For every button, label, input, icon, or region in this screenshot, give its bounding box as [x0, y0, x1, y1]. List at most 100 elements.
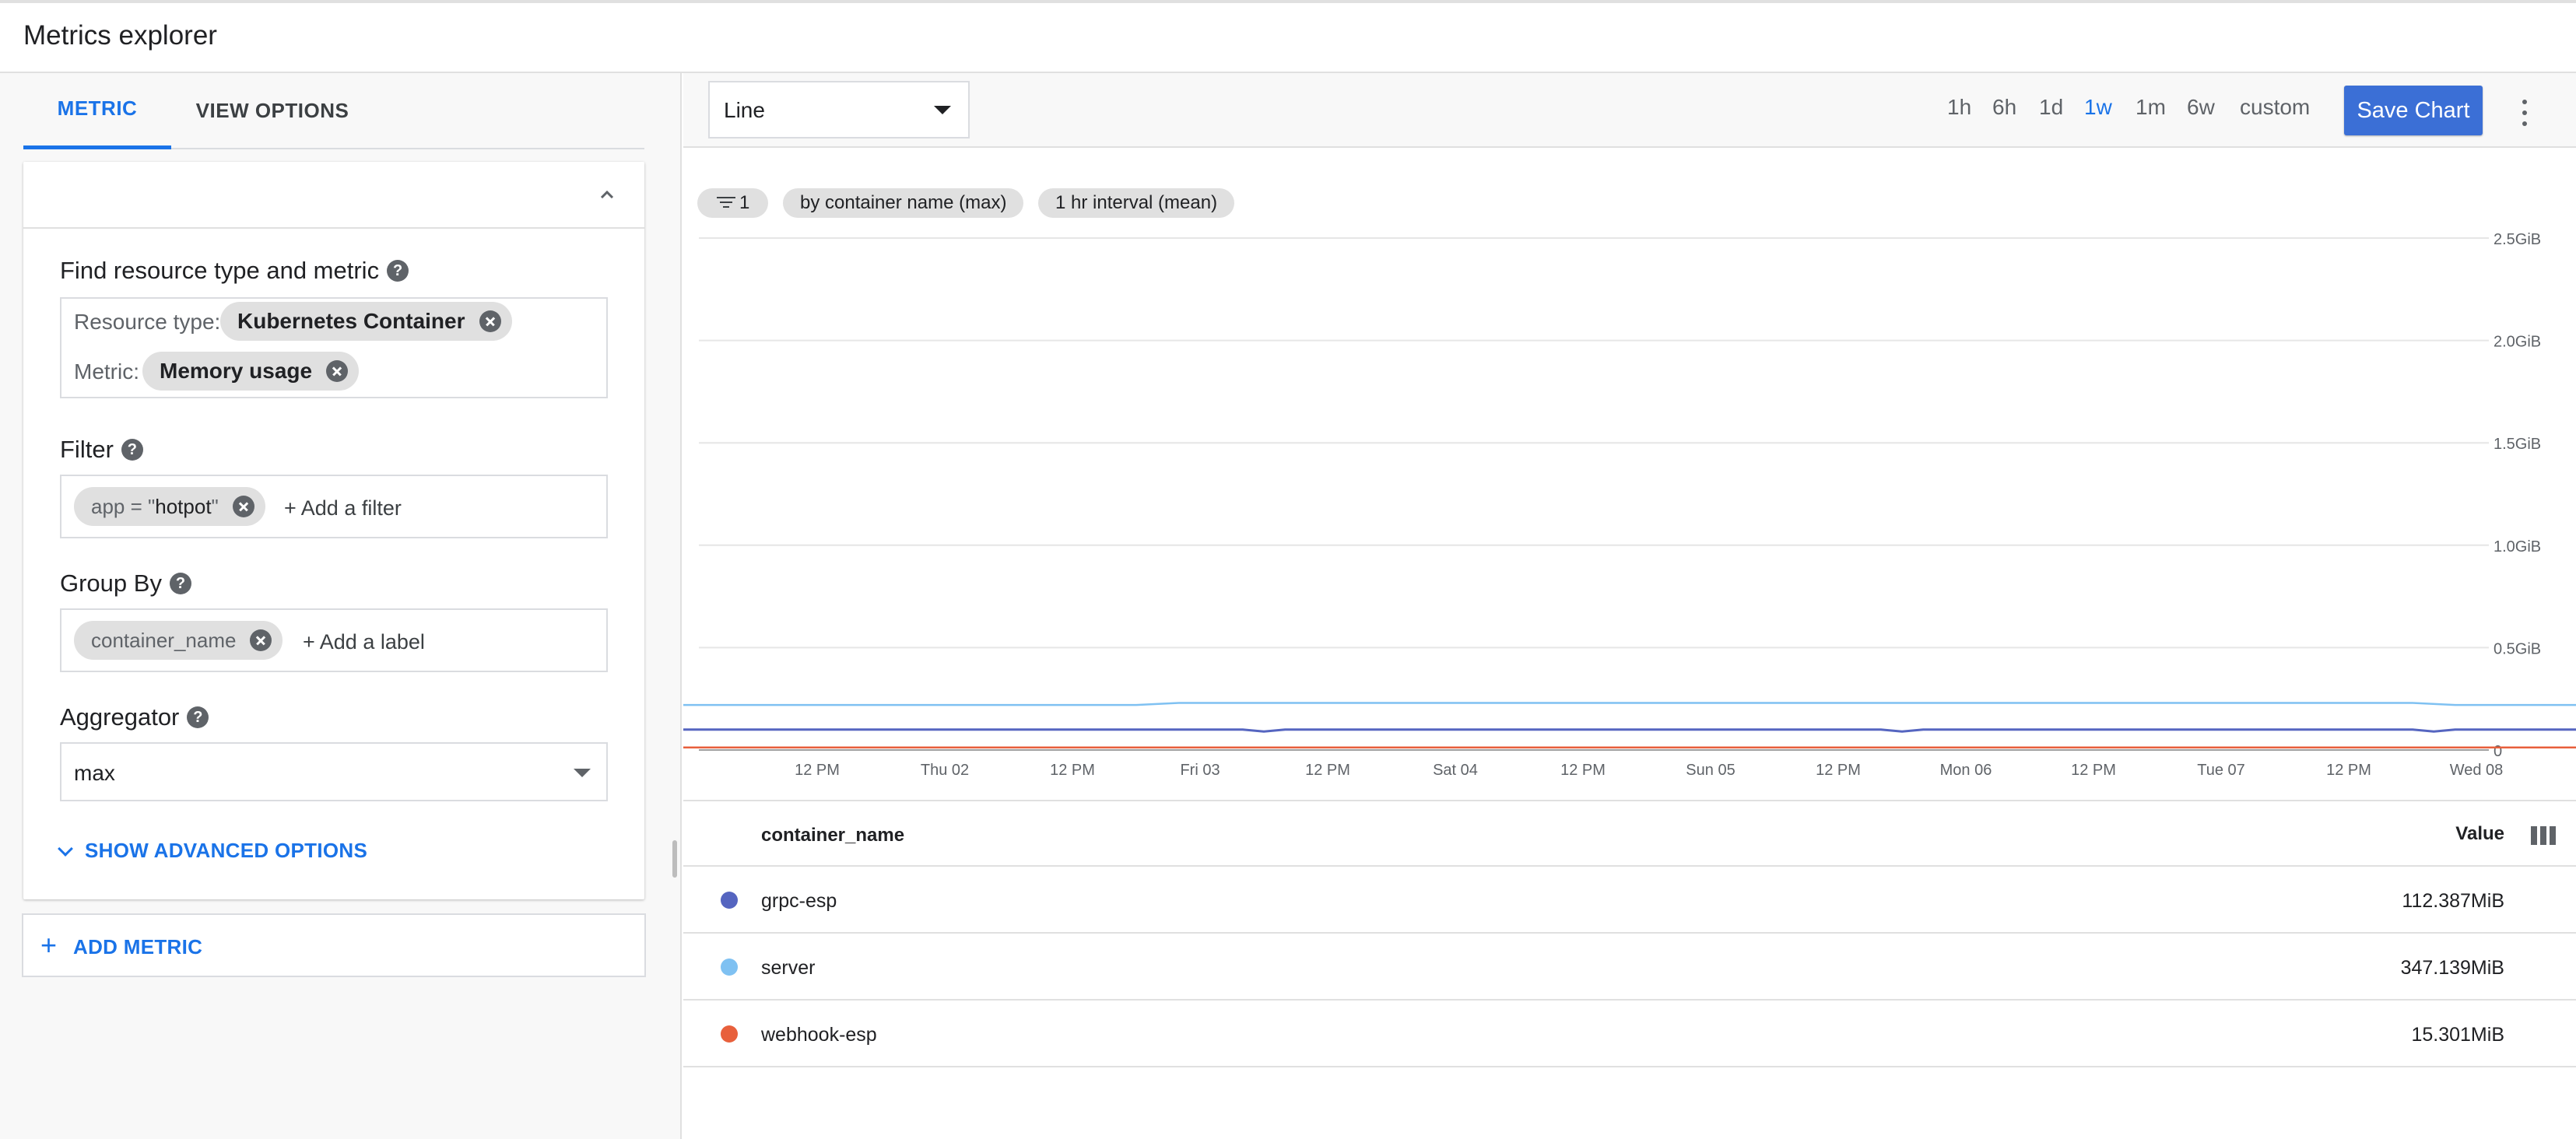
x-tick-label: 12 PM — [1305, 762, 1350, 779]
y-tick-label: 0.5GiB — [2494, 640, 2541, 657]
x-tick-label: 12 PM — [2071, 762, 2116, 779]
find-resource-label: Find resource type and metric? — [60, 257, 409, 285]
group-by-chip-value: container_name — [91, 629, 237, 652]
aggregator-value: max — [74, 761, 115, 785]
remove-resource-icon[interactable] — [479, 310, 501, 332]
help-icon[interactable]: ? — [121, 438, 143, 461]
filter-chip-value: hotpot — [155, 495, 212, 518]
series-color-dot — [721, 892, 738, 909]
group-by-box[interactable]: container_name + Add a label — [60, 608, 608, 672]
time-range-1w[interactable]: 1w — [2084, 95, 2112, 120]
add-metric-button[interactable]: + ADD METRIC — [22, 913, 646, 977]
series-name: server — [761, 957, 816, 979]
chevron-up-icon[interactable] — [591, 179, 623, 210]
y-tick-label: 1.5GiB — [2494, 436, 2541, 453]
column-header-value[interactable]: Value — [2455, 823, 2504, 845]
help-icon[interactable]: ? — [387, 259, 409, 282]
remove-group-icon[interactable] — [250, 629, 272, 651]
help-icon[interactable]: ? — [169, 572, 191, 594]
table-row[interactable]: webhook-esp 15.301MiB — [683, 1001, 2576, 1067]
series-color-dot — [721, 1025, 738, 1043]
time-range-6w[interactable]: 6w — [2187, 95, 2215, 120]
group-by-chip[interactable]: container_name — [74, 621, 283, 660]
time-range-custom[interactable]: custom — [2240, 95, 2310, 120]
table-row[interactable]: server 347.139MiB — [683, 934, 2576, 1001]
y-tick-label: 1.0GiB — [2494, 538, 2541, 555]
x-tick-label: 12 PM — [2326, 762, 2371, 779]
time-range-1h[interactable]: 1h — [1947, 95, 1971, 120]
resource-type-value: Kubernetes Container — [237, 309, 465, 333]
x-tick-label: Mon 06 — [1940, 762, 1992, 779]
app-header: Metrics explorer — [0, 0, 2576, 73]
y-tick-label: 0 — [2494, 743, 2502, 760]
time-range-6h[interactable]: 6h — [1992, 95, 2016, 120]
chart-type-select[interactable]: Line — [708, 81, 970, 138]
aggregator-text: Aggregator — [60, 703, 180, 731]
remove-metric-icon[interactable] — [326, 360, 349, 382]
help-icon[interactable]: ? — [187, 706, 209, 728]
chevron-down-icon — [58, 841, 73, 857]
add-metric-label: ADD METRIC — [73, 935, 203, 959]
series-line-grpc-esp — [683, 728, 2576, 733]
add-filter-link[interactable]: + Add a filter — [284, 496, 402, 520]
aggregator-label: Aggregator? — [60, 703, 209, 731]
chart-area: 0 0.5GiB 1.0GiB 1.5GiB 2.0GiB 2.5GiB 12 PM Thu … — [683, 148, 2576, 800]
tab-view-options[interactable]: VIEW OPTIONS — [195, 73, 350, 149]
y-tick-label: 2.0GiB — [2494, 334, 2541, 351]
metric-label: Metric: — [74, 359, 139, 384]
chart-toolbar: Line 1h 6h 1d 1w 1m 6w custom Save Chart — [683, 73, 2576, 148]
advanced-options-label: SHOW ADVANCED OPTIONS — [85, 839, 368, 862]
tab-metric[interactable]: METRIC — [23, 73, 171, 149]
filter-label: Filter? — [60, 436, 143, 464]
dropdown-caret-icon — [934, 106, 951, 114]
metric-value: Memory usage — [160, 359, 313, 383]
y-tick-label: 2.5GiB — [2494, 231, 2541, 248]
x-tick-label: Sat 04 — [1433, 762, 1478, 779]
x-tick-label: Thu 02 — [921, 762, 969, 779]
series-value: 15.301MiB — [2411, 1024, 2504, 1046]
more-vert-icon[interactable] — [2520, 100, 2529, 131]
columns-icon[interactable] — [2531, 826, 2556, 845]
filter-box[interactable]: app = "hotpot" + Add a filter — [60, 475, 608, 538]
resource-type-label: Resource type: — [74, 310, 221, 334]
time-range-1m[interactable]: 1m — [2136, 95, 2166, 120]
column-header-name[interactable]: container_name — [761, 825, 904, 846]
show-advanced-options[interactable]: SHOW ADVANCED OPTIONS — [58, 839, 368, 863]
x-tick-label: 12 PM — [795, 762, 840, 779]
resource-metric-box[interactable]: Resource type: Kubernetes Container Metr… — [60, 297, 608, 398]
series-value: 347.139MiB — [2400, 957, 2504, 979]
metric-card: Find resource type and metric? Resource … — [23, 162, 644, 899]
chart-type-value: Line — [724, 98, 765, 122]
series-line-server — [683, 702, 2576, 706]
line-chart: 0 0.5GiB 1.0GiB 1.5GiB 2.0GiB 2.5GiB 12 PM Thu … — [683, 231, 2576, 779]
x-tick-label: Sun 05 — [1686, 762, 1735, 779]
filter-chip-key: app = " — [91, 495, 156, 518]
table-row[interactable]: grpc-esp 112.387MiB — [683, 867, 2576, 934]
filter-chip[interactable]: app = "hotpot" — [74, 487, 265, 526]
page-title: Metrics explorer — [23, 20, 217, 51]
card-header — [23, 162, 644, 229]
metric-chip[interactable]: Memory usage — [142, 352, 360, 391]
aggregator-select[interactable]: max — [60, 742, 608, 801]
series-value: 112.387MiB — [2402, 890, 2504, 912]
panel-resize-handle[interactable] — [672, 840, 677, 878]
group-by-text: Group By — [60, 570, 162, 597]
x-tick-label: 12 PM — [1816, 762, 1861, 779]
left-panel: METRIC VIEW OPTIONS Find resource type a… — [0, 73, 682, 1139]
time-range-1d[interactable]: 1d — [2039, 95, 2063, 120]
filter-chip-end: " — [211, 495, 219, 518]
x-tick-label: 12 PM — [1050, 762, 1095, 779]
x-tick-label: Wed 08 — [2450, 762, 2504, 779]
tab-bar: METRIC VIEW OPTIONS — [23, 73, 644, 149]
x-tick-label: Tue 07 — [2197, 762, 2245, 779]
add-label-link[interactable]: + Add a label — [303, 630, 425, 654]
series-line-webhook-esp — [683, 746, 2576, 749]
find-resource-text: Find resource type and metric — [60, 257, 380, 284]
dropdown-caret-icon — [574, 769, 591, 777]
remove-filter-icon[interactable] — [232, 496, 254, 517]
save-chart-button[interactable]: Save Chart — [2344, 86, 2483, 135]
series-color-dot — [721, 959, 738, 976]
resource-type-chip[interactable]: Kubernetes Container — [220, 302, 512, 341]
legend-table: container_name Value grpc-esp 112.387MiB… — [683, 800, 2576, 1139]
legend-header: container_name Value — [683, 801, 2576, 867]
